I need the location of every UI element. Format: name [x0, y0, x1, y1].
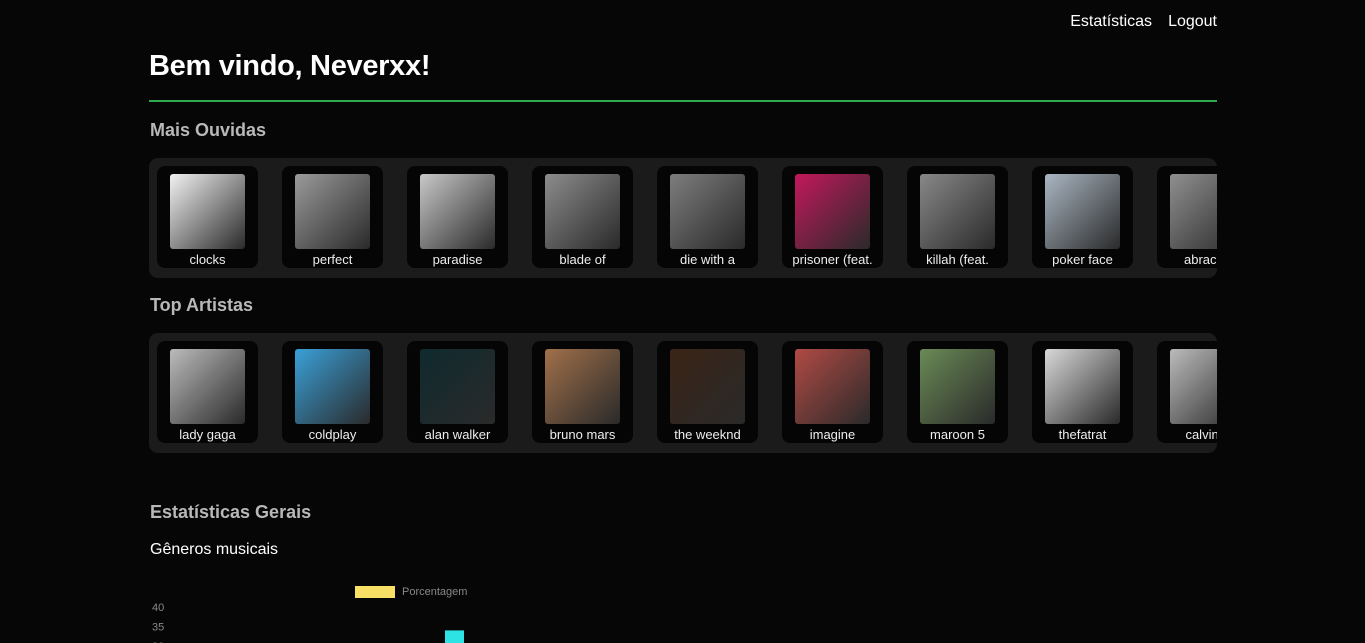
- section-title-top-artists: Top Artistas: [150, 295, 254, 315]
- artist-photo-icon: [920, 349, 995, 424]
- artist-card[interactable]: imagine: [782, 341, 883, 443]
- nav-link-logout[interactable]: Logout: [1168, 13, 1217, 31]
- legend-swatch: [355, 586, 395, 598]
- track-card[interactable]: abracad: [1157, 166, 1217, 268]
- album-cover-coldplay-mylo-xyloto-icon: [420, 174, 495, 249]
- track-card[interactable]: clocks: [157, 166, 258, 268]
- section-title-stats: Estatísticas Gerais: [150, 502, 312, 522]
- top-nav: Estatísticas Logout: [1070, 13, 1217, 31]
- track-label: blade of: [559, 252, 606, 267]
- track-card[interactable]: die with a: [657, 166, 758, 268]
- nav-link-estatisticas[interactable]: Estatísticas: [1070, 13, 1152, 31]
- chart-bar: [445, 630, 464, 643]
- genres-subtitle: Gêneros musicais: [150, 541, 279, 558]
- artist-card[interactable]: alan walker: [407, 341, 508, 443]
- artist-label: maroon 5: [930, 427, 985, 442]
- artist-card[interactable]: maroon 5: [907, 341, 1008, 443]
- artist-photo-icon: [545, 349, 620, 424]
- y-tick-label: 35: [152, 622, 164, 634]
- y-tick-label: 40: [152, 602, 164, 614]
- album-cover-bw-portrait-icon: [545, 174, 620, 249]
- artist-card[interactable]: coldplay: [282, 341, 383, 443]
- artist-photo-icon: [795, 349, 870, 424]
- album-cover-lady-gaga-the-fame-icon: [1045, 174, 1120, 249]
- artist-photo-icon: [420, 349, 495, 424]
- artist-card[interactable]: lady gaga: [157, 341, 258, 443]
- artist-label: alan walker: [424, 427, 491, 442]
- artist-card[interactable]: thefatrat: [1032, 341, 1133, 443]
- artist-card[interactable]: calvin h: [1157, 341, 1217, 443]
- album-cover-bw-portrait-icon: [1170, 174, 1217, 249]
- track-label: prisoner (feat.: [792, 252, 873, 267]
- page-title: Bem vindo, Neverxx!: [149, 50, 431, 82]
- track-label: poker face: [1052, 252, 1113, 267]
- album-cover-bw-portrait-icon: [295, 174, 370, 249]
- track-label: clocks: [189, 252, 226, 267]
- track-label: killah (feat.: [926, 252, 989, 267]
- track-label: die with a: [680, 252, 735, 267]
- artist-photo-icon: [1170, 349, 1217, 424]
- artist-photo-icon: [670, 349, 745, 424]
- top-artists-strip[interactable]: lady gaga coldplay alan walker bruno mars th…: [149, 333, 1217, 453]
- artist-label: coldplay: [308, 427, 357, 442]
- track-label: abracad: [1184, 252, 1217, 267]
- title-divider: [149, 100, 1217, 102]
- artist-photo-icon: [295, 349, 370, 424]
- album-cover-bw-portrait-icon: [670, 174, 745, 249]
- artist-label: bruno mars: [549, 427, 616, 442]
- artist-label: thefatrat: [1058, 427, 1107, 442]
- artist-card[interactable]: bruno mars: [532, 341, 633, 443]
- album-cover-bw-portrait-icon: [920, 174, 995, 249]
- artist-label: imagine: [809, 427, 856, 442]
- artist-card[interactable]: the weeknd: [657, 341, 758, 443]
- track-card[interactable]: poker face: [1032, 166, 1133, 268]
- album-cover-plastic-hearts-icon: [795, 174, 870, 249]
- artist-label: calvin h: [1185, 427, 1217, 442]
- artist-label: lady gaga: [179, 427, 236, 442]
- legend-label: Porcentagem: [402, 586, 467, 598]
- track-card[interactable]: killah (feat.: [907, 166, 1008, 268]
- artist-photo-icon: [1045, 349, 1120, 424]
- artist-label: the weeknd: [674, 427, 741, 442]
- section-title-top-tracks: Mais Ouvidas: [150, 120, 267, 140]
- track-label: paradise: [432, 252, 483, 267]
- track-label: perfect: [312, 252, 353, 267]
- album-cover-coldplay-rush-of-blood-icon: [170, 174, 245, 249]
- genres-chart: Porcentagem 403530: [152, 586, 467, 643]
- artist-photo-icon: [170, 349, 245, 424]
- track-card[interactable]: paradise: [407, 166, 508, 268]
- track-card[interactable]: prisoner (feat.: [782, 166, 883, 268]
- track-card[interactable]: perfect: [282, 166, 383, 268]
- track-card[interactable]: blade of: [532, 166, 633, 268]
- top-tracks-strip[interactable]: clocks perfect paradise blade of die with a p…: [149, 158, 1217, 278]
